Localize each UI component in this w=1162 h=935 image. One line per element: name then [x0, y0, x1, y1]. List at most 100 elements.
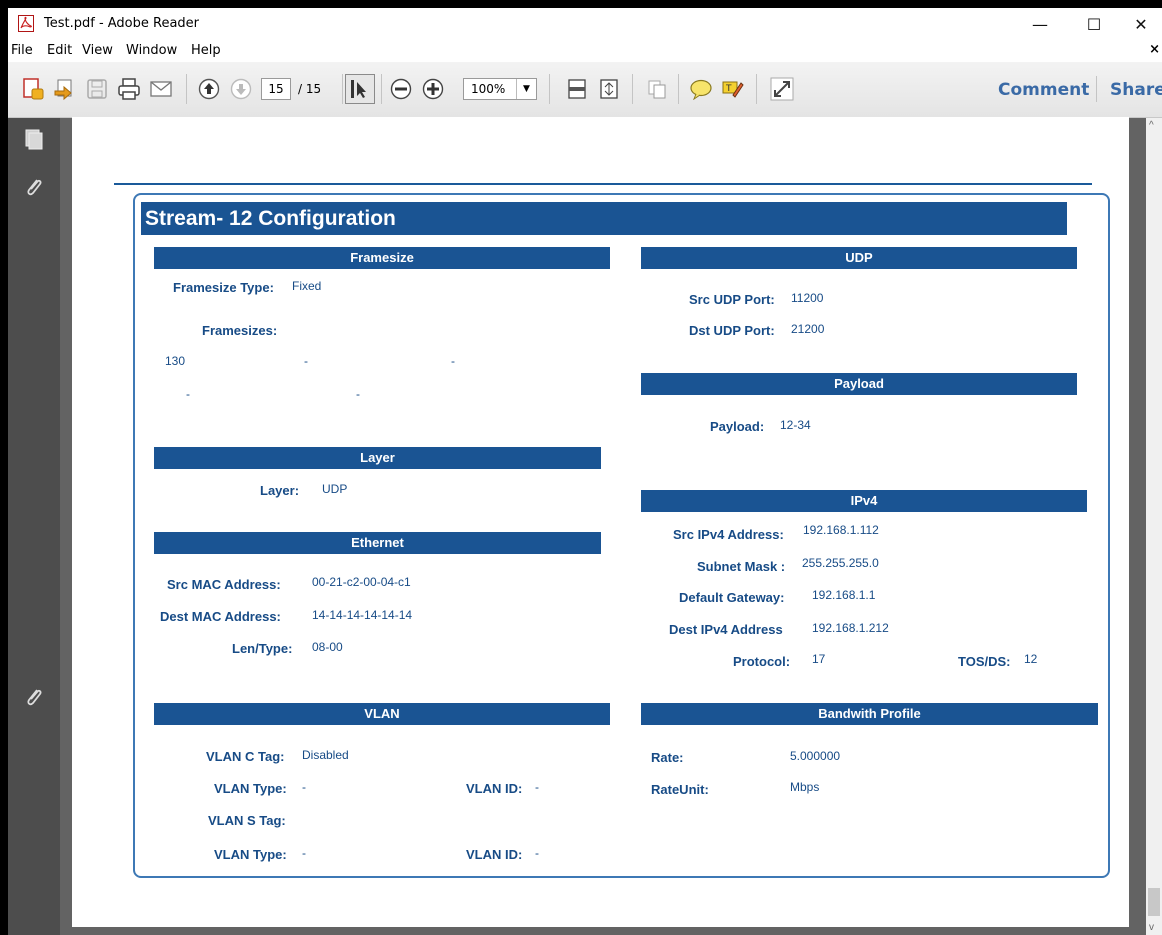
dst-udp-port-label: Dst UDP Port:	[689, 323, 775, 338]
open-file-icon[interactable]	[52, 76, 78, 102]
src-ipv4-value: 192.168.1.112	[803, 523, 879, 537]
fit-width-icon[interactable]	[564, 76, 590, 102]
attachments-icon[interactable]	[22, 686, 46, 710]
rate-label: Rate:	[651, 750, 684, 765]
save-icon[interactable]	[84, 76, 110, 102]
dest-ipv4-label: Dest IPv4 Address	[669, 622, 783, 637]
framesize-type-label: Framesize Type:	[173, 280, 274, 295]
scroll-down-icon[interactable]: v	[1149, 922, 1154, 933]
vlan-id-label: VLAN ID:	[466, 847, 523, 862]
share-button[interactable]: Share	[1110, 80, 1162, 100]
src-udp-port-label: Src UDP Port:	[689, 292, 775, 307]
layer-value: UDP	[322, 482, 348, 496]
framesize-value: -	[451, 354, 455, 368]
default-gateway-label: Default Gateway:	[679, 590, 785, 605]
highlight-icon[interactable]: T	[720, 76, 746, 102]
page-total: / 15	[298, 82, 322, 96]
src-mac-label: Src MAC Address:	[167, 577, 281, 592]
len-type-value: 08-00	[312, 640, 343, 654]
scrollbar-thumb[interactable]	[1148, 888, 1160, 916]
attachments-icon[interactable]	[22, 176, 46, 200]
menu-file[interactable]: File	[11, 43, 33, 58]
title-bar: Test.pdf - Adobe Reader — ☐ ✕	[8, 8, 1162, 40]
vlan-c-tag-label: VLAN C Tag:	[206, 749, 285, 764]
dest-mac-value: 14-14-14-14-14-14	[312, 608, 413, 622]
maximize-icon: ☐	[1086, 14, 1102, 34]
dest-mac-label: Dest MAC Address:	[160, 609, 281, 624]
page-divider-line	[114, 183, 1092, 185]
page-title: Stream- 12 Configuration	[141, 202, 1067, 235]
menu-bar: File Edit View Window Help ×	[8, 40, 1162, 62]
select-tool-icon[interactable]	[345, 74, 375, 104]
protocol-value: 17	[812, 652, 826, 666]
framesize-value: -	[304, 354, 308, 368]
dest-ipv4-value: 192.168.1.212	[812, 621, 889, 635]
layer-header: Layer	[154, 447, 601, 469]
vlan-c-tag-value: Disabled	[302, 748, 349, 762]
chevron-down-icon[interactable]: ▼	[516, 79, 536, 99]
vlan-type-value: -	[302, 780, 306, 794]
rate-unit-label: RateUnit:	[651, 782, 709, 797]
udp-header: UDP	[641, 247, 1077, 269]
vlan-header: VLAN	[154, 703, 610, 725]
dst-udp-port-value: 21200	[791, 322, 825, 336]
ethernet-header: Ethernet	[154, 532, 601, 554]
page-number-input[interactable]: 15	[261, 78, 291, 100]
maximize-button[interactable]: ☐	[1071, 8, 1117, 40]
close-icon: ✕	[1134, 14, 1148, 34]
framesize-header: Framesize	[154, 247, 610, 269]
create-pdf-icon[interactable]	[20, 76, 46, 102]
framesize-value: -	[186, 387, 190, 401]
default-gateway-value: 192.168.1.1	[812, 588, 876, 602]
src-mac-value: 00-21-c2-00-04-c1	[312, 575, 411, 589]
payload-value: 12-34	[780, 418, 811, 432]
menu-help[interactable]: Help	[191, 43, 221, 58]
subnet-mask-label: Subnet Mask :	[697, 559, 786, 574]
vlan-type-label: VLAN Type:	[214, 781, 287, 796]
sticky-note-icon[interactable]	[688, 76, 714, 102]
ipv4-header: IPv4	[641, 490, 1087, 512]
tos-ds-label: TOS/DS:	[958, 654, 1011, 669]
read-mode-icon[interactable]	[769, 76, 795, 102]
svg-text:T: T	[725, 84, 732, 94]
tos-ds-value: 12	[1024, 652, 1038, 666]
vlan-s-tag-label: VLAN S Tag:	[208, 813, 286, 828]
page-thumbnails-icon[interactable]	[22, 128, 46, 152]
zoom-value: 100%	[471, 82, 506, 96]
protocol-label: Protocol:	[733, 654, 791, 669]
payload-header: Payload	[641, 373, 1077, 395]
vertical-scrollbar[interactable]: ^ v	[1146, 118, 1162, 935]
close-document-icon[interactable]: ×	[1149, 42, 1160, 57]
close-button[interactable]: ✕	[1118, 8, 1162, 40]
scroll-up-icon[interactable]: ^	[1149, 120, 1154, 131]
framesize-value: 130	[165, 354, 186, 368]
minimize-icon: —	[1032, 14, 1048, 34]
framesizes-label: Framesizes:	[202, 323, 278, 338]
adobe-reader-app-icon	[18, 15, 34, 32]
zoom-select[interactable]: 100% ▼	[463, 78, 537, 100]
fit-page-icon[interactable]	[596, 76, 622, 102]
vlan-id-label: VLAN ID:	[466, 781, 523, 796]
zoom-in-icon[interactable]	[420, 76, 446, 102]
comment-button[interactable]: Comment	[998, 80, 1089, 100]
src-ipv4-label: Src IPv4 Address:	[673, 527, 784, 542]
copy-icon[interactable]	[644, 76, 670, 102]
previous-page-icon[interactable]	[196, 76, 222, 102]
email-icon[interactable]	[148, 76, 174, 102]
rate-value: 5.000000	[790, 749, 841, 763]
src-udp-port-value: 11200	[791, 291, 824, 305]
menu-view[interactable]: View	[82, 43, 113, 58]
vlan-id-value: -	[535, 846, 539, 860]
layer-label: Layer:	[260, 483, 300, 498]
minimize-button[interactable]: —	[1017, 8, 1063, 40]
framesize-type-value: Fixed	[292, 279, 322, 293]
menu-edit[interactable]: Edit	[47, 43, 72, 58]
toolbar: 15 / 15 100% ▼ T Comment Share	[8, 62, 1162, 118]
next-page-icon[interactable]	[228, 76, 254, 102]
window-title: Test.pdf - Adobe Reader	[44, 16, 200, 31]
zoom-out-icon[interactable]	[388, 76, 414, 102]
vlan-type-value: -	[302, 846, 306, 860]
len-type-label: Len/Type:	[232, 641, 293, 656]
print-icon[interactable]	[116, 76, 142, 102]
menu-window[interactable]: Window	[126, 43, 177, 58]
